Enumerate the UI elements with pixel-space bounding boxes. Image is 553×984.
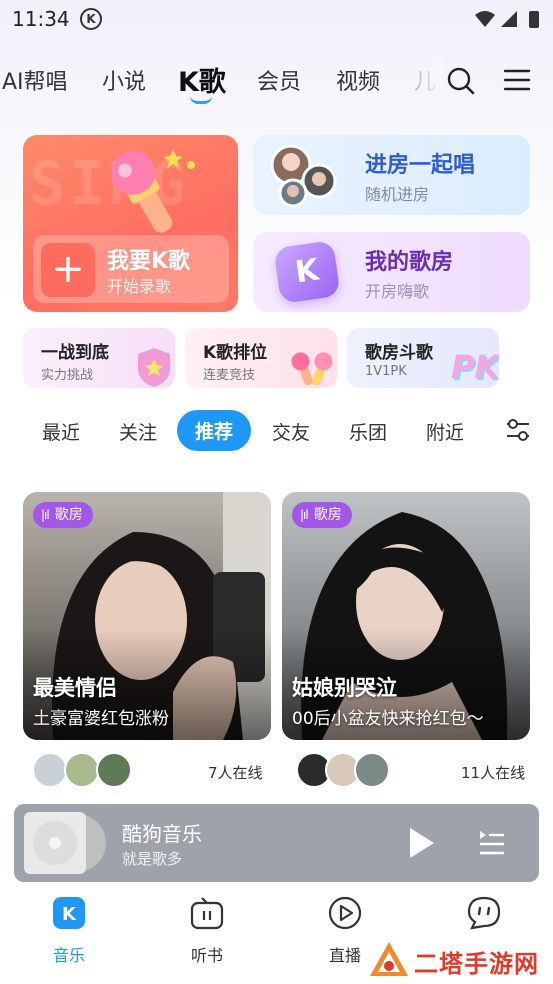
room-cover-image [282,492,530,740]
avatar [64,752,100,788]
player-title: 酷狗音乐 [122,822,202,846]
watermark: 二塔手游网 [368,940,548,980]
feed-card[interactable]: |ıl 歌房 最美情侣 土豪富婆红包涨粉 [23,492,271,740]
shield-icon [138,348,170,387]
challenge-subtitle: 实力挑战 [41,368,94,383]
battery-icon [529,11,539,28]
plus-icon: + [41,243,95,297]
pk-card[interactable]: 歌房斗歌 1V1PK PK [347,328,499,388]
filter-icon[interactable] [505,418,531,442]
status-bar: 11:34 K [0,0,553,38]
tab-novel[interactable]: 小说 [102,64,146,96]
my-room-title: 我的歌房 [365,250,454,275]
pk-subtitle: 1V1PK [365,364,407,379]
watermark-text: 二塔手游网 [414,950,539,978]
avatar [32,752,68,788]
record-song-button[interactable]: + 我要K歌 开始录歌 [33,235,229,303]
listener-avatars [296,752,406,790]
play-circle-icon [328,896,362,930]
mini-player[interactable]: 酷狗音乐 就是歌多 [14,804,539,882]
nav-music[interactable]: K 音乐 [29,896,109,966]
feed-tab-nearby[interactable]: 附近 [426,418,464,445]
cd-icon [33,821,77,865]
online-count: 11人在线 [461,764,526,782]
feed-tab-friends[interactable]: 交友 [272,418,310,445]
wifi-icon [475,11,495,27]
nav-audiobook[interactable]: 听书 [167,896,247,966]
avatar-group-icon [270,144,337,208]
radio-icon [190,897,224,930]
feed-card[interactable]: |ıl 歌房 姑娘别哭泣 00后小盆友快来抢红包～ [282,492,530,740]
mic-duo-icon [291,352,333,386]
my-room-card[interactable]: K 我的歌房 开房嗨歌 [253,232,530,312]
pk-icon: PK [451,348,499,386]
top-tab-bar: AI帮唱 小说 K歌 会员 视频 儿 [0,58,553,104]
online-count: 7人在线 [208,764,263,782]
k-room-icon: K [273,240,341,304]
my-room-subtitle: 开房嗨歌 [365,282,430,301]
album-art [24,812,86,874]
active-tab-indicator [190,96,212,104]
feed-subtitle: 00后小盆友快来抢红包～ [292,709,484,729]
tab-fade [416,58,444,102]
join-room-card[interactable]: 进房一起唱 随机进房 [253,135,530,215]
challenge-title: 一战到底 [41,343,109,363]
feed-tab-follow[interactable]: 关注 [119,418,157,445]
nav-music-label: 音乐 [52,946,85,965]
feed-tab-recent[interactable]: 最近 [42,418,80,445]
avatar [354,752,390,788]
room-tag: |ıl 歌房 [33,502,93,528]
rank-subtitle: 连麦竞技 [203,368,256,383]
feed-subtitle: 土豪富婆红包涨粉 [33,709,169,729]
tab-video[interactable]: 视频 [336,64,380,96]
rank-card[interactable]: K歌排位 连麦竞技 [185,328,337,388]
room-tag: |ıl 歌房 [292,502,352,528]
sing-title: 我要K歌 [107,249,191,274]
svg-text:K: K [62,904,77,925]
avatar [96,752,132,788]
system-status-icons [475,11,539,28]
feed-tab-band[interactable]: 乐团 [349,418,387,445]
feed-tab-bar: 最近 关注 推荐 交友 乐团 附近 [0,408,553,452]
microphone-icon [111,149,195,233]
audio-bars-icon: |ıl [300,508,309,522]
join-room-subtitle: 随机进房 [365,185,430,204]
feed-title: 姑娘别哭泣 [292,676,397,700]
watermark-logo-icon [370,942,408,976]
sing-card[interactable]: SING + 我要K歌 开始录歌 [23,135,238,312]
playlist-icon[interactable] [478,828,506,858]
tab-ai-sing[interactable]: AI帮唱 [2,64,68,96]
feed-tab-recommend[interactable]: 推荐 [177,410,252,451]
search-icon[interactable] [446,66,476,96]
status-time: 11:34 [12,7,70,31]
audio-bars-icon: |ıl [41,508,50,522]
tab-k-song[interactable]: K歌 [178,60,226,99]
feed-title: 最美情侣 [33,676,117,700]
rank-title: K歌排位 [203,343,268,363]
play-icon[interactable] [406,826,436,860]
nav-audiobook-label: 听书 [190,946,223,965]
signal-icon [501,11,517,27]
room-tag-label: 歌房 [313,507,342,523]
nav-social[interactable] [444,896,524,942]
menu-icon[interactable] [503,68,531,92]
player-subtitle: 就是歌多 [122,850,183,868]
sing-subtitle: 开始录歌 [107,277,172,296]
pk-title: 歌房斗歌 [365,343,433,363]
k-logo-icon: K [53,897,85,929]
tab-vip[interactable]: 会员 [257,64,301,96]
room-cover-image [23,492,271,740]
room-tag-label: 歌房 [54,507,83,523]
app-notification-icon: K [80,8,102,30]
chat-face-icon [467,896,501,930]
challenge-card[interactable]: 一战到底 实力挑战 [23,328,175,388]
join-room-title: 进房一起唱 [365,153,476,178]
listener-avatars [32,752,142,790]
